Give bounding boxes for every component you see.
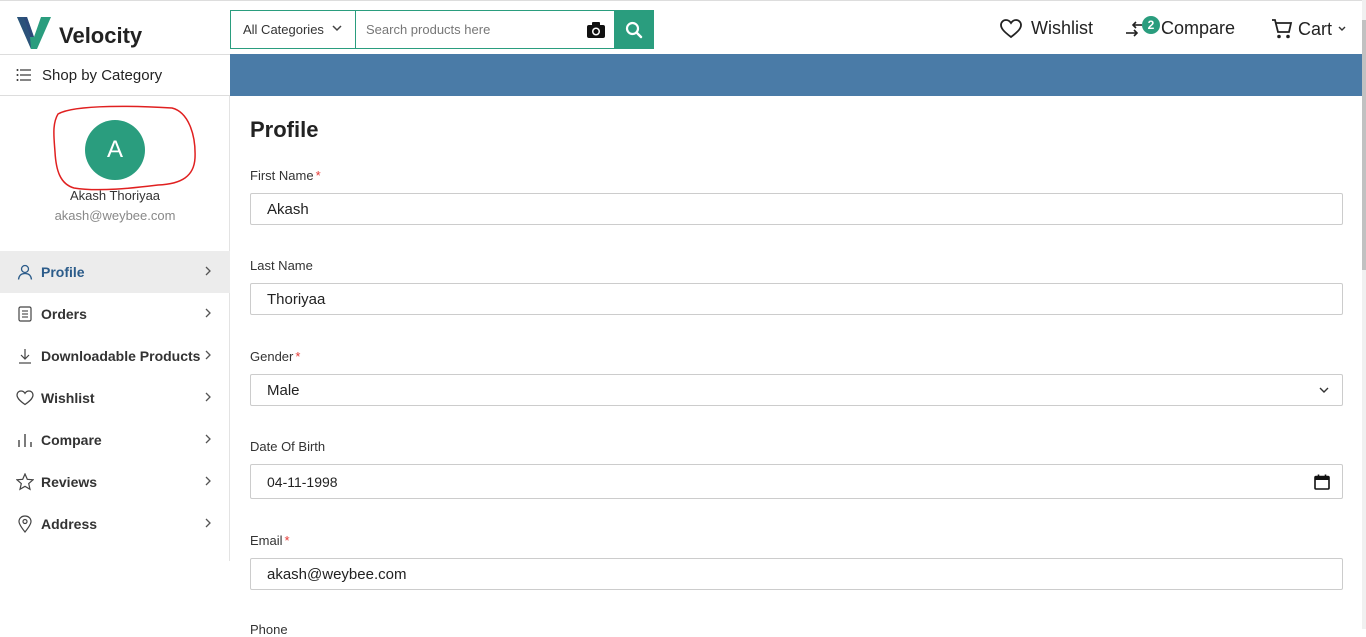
sidebar-item-compare[interactable]: Compare: [0, 419, 230, 461]
cart-link[interactable]: Cart: [1271, 18, 1347, 40]
compare-icon: [16, 431, 34, 449]
chevron-right-icon: [205, 476, 211, 486]
phone-label: Phone: [250, 622, 288, 637]
sidebar-item-label: Profile: [41, 264, 85, 280]
dob-value: 04-11-1998: [267, 473, 338, 490]
user-name: Akash Thoriyaa: [69, 188, 161, 203]
sidebar-item-label: Downloadable Products: [41, 348, 201, 364]
wishlist-label: Wishlist: [1031, 18, 1093, 38]
account-menu: Profile Orders Downloadable Products Wis…: [0, 251, 230, 545]
first-name-field[interactable]: Akash: [250, 193, 1343, 225]
scrollbar-thumb[interactable]: [1362, 20, 1366, 270]
location-icon: [16, 515, 34, 533]
chevron-down-icon: [1319, 387, 1329, 393]
brand-name: Velocity: [59, 23, 143, 48]
sidebar-item-label: Reviews: [41, 474, 98, 490]
email-label: Email *: [250, 533, 290, 548]
page-scrollbar[interactable]: [1362, 0, 1366, 629]
category-select[interactable]: All Categories: [230, 10, 356, 49]
dob-label: Date Of Birth: [250, 439, 326, 454]
user-icon: [16, 263, 34, 281]
user-email: akash@weybee.com: [54, 208, 176, 223]
sidebar-item-label: Compare: [41, 432, 102, 448]
compare-arrows-icon: [1126, 20, 1142, 37]
compare-count-badge: 2: [1142, 16, 1160, 34]
search-button[interactable]: [614, 10, 654, 49]
first-name-label: First Name *: [250, 168, 321, 183]
sidebar-item-downloadable-products[interactable]: Downloadable Products: [0, 335, 230, 377]
chevron-right-icon: [205, 350, 211, 360]
gender-label: Gender *: [250, 349, 301, 364]
velocity-logo-icon: [17, 17, 51, 49]
email-field[interactable]: akash@weybee.com: [250, 558, 1343, 590]
chevron-right-icon: [205, 392, 211, 402]
sidebar-item-orders[interactable]: Orders: [0, 293, 230, 335]
chevron-down-icon: [332, 25, 342, 32]
cart-label: Cart: [1298, 18, 1333, 39]
last-name-label: Last Name: [250, 258, 313, 273]
search-bar: All Categories Search products here: [230, 10, 654, 49]
gender-value: Male: [267, 381, 300, 399]
star-icon: [16, 473, 34, 491]
heart-icon: [1000, 18, 1022, 38]
page-title: Profile: [250, 117, 319, 142]
dob-field[interactable]: 04-11-1998: [250, 464, 1343, 499]
search-icon: [625, 21, 643, 38]
required-marker: *: [295, 349, 301, 364]
menu-list-icon: [16, 69, 31, 81]
cart-icon: [1272, 19, 1293, 39]
last-name-field[interactable]: Thoriyaa: [250, 283, 1343, 315]
category-select-value: All Categories: [243, 22, 324, 37]
sidebar-item-profile[interactable]: Profile: [0, 251, 230, 293]
wishlist-link[interactable]: Wishlist: [1000, 18, 1093, 39]
heart-icon: [16, 389, 34, 407]
site-header: Velocity All Categories Search products …: [0, 4, 1362, 54]
sidebar-item-label: Wishlist: [41, 390, 95, 406]
account-sidebar: A Akash Thoriyaa akash@weybee.com Profil…: [0, 96, 230, 561]
search-placeholder: Search products here: [366, 22, 491, 37]
orders-icon: [16, 305, 34, 323]
calendar-icon[interactable]: [1314, 474, 1330, 490]
chevron-right-icon: [205, 266, 211, 276]
shop-by-category-label: Shop by Category: [42, 66, 163, 84]
sidebar-item-reviews[interactable]: Reviews: [0, 461, 230, 503]
gender-select[interactable]: Male: [250, 374, 1343, 406]
sidebar-item-wishlist[interactable]: Wishlist: [0, 377, 230, 419]
sidebar-item-address[interactable]: Address: [0, 503, 230, 545]
camera-icon[interactable]: [586, 21, 606, 39]
chevron-right-icon: [205, 518, 211, 528]
chevron-down-icon: [1338, 26, 1346, 31]
chevron-right-icon: [205, 308, 211, 318]
search-input[interactable]: Search products here: [356, 10, 614, 49]
sidebar-item-label: Address: [41, 516, 98, 532]
required-marker: *: [284, 533, 290, 548]
compare-label: Compare: [1161, 18, 1236, 38]
chevron-right-icon: [205, 434, 211, 444]
shop-by-category-button[interactable]: Shop by Category: [0, 54, 230, 96]
download-icon: [16, 347, 34, 365]
avatar[interactable]: A: [85, 120, 145, 180]
brand-logo[interactable]: Velocity: [17, 15, 142, 51]
sidebar-item-label: Orders: [41, 306, 87, 322]
category-banner: [230, 54, 1362, 96]
required-marker: *: [315, 168, 321, 183]
